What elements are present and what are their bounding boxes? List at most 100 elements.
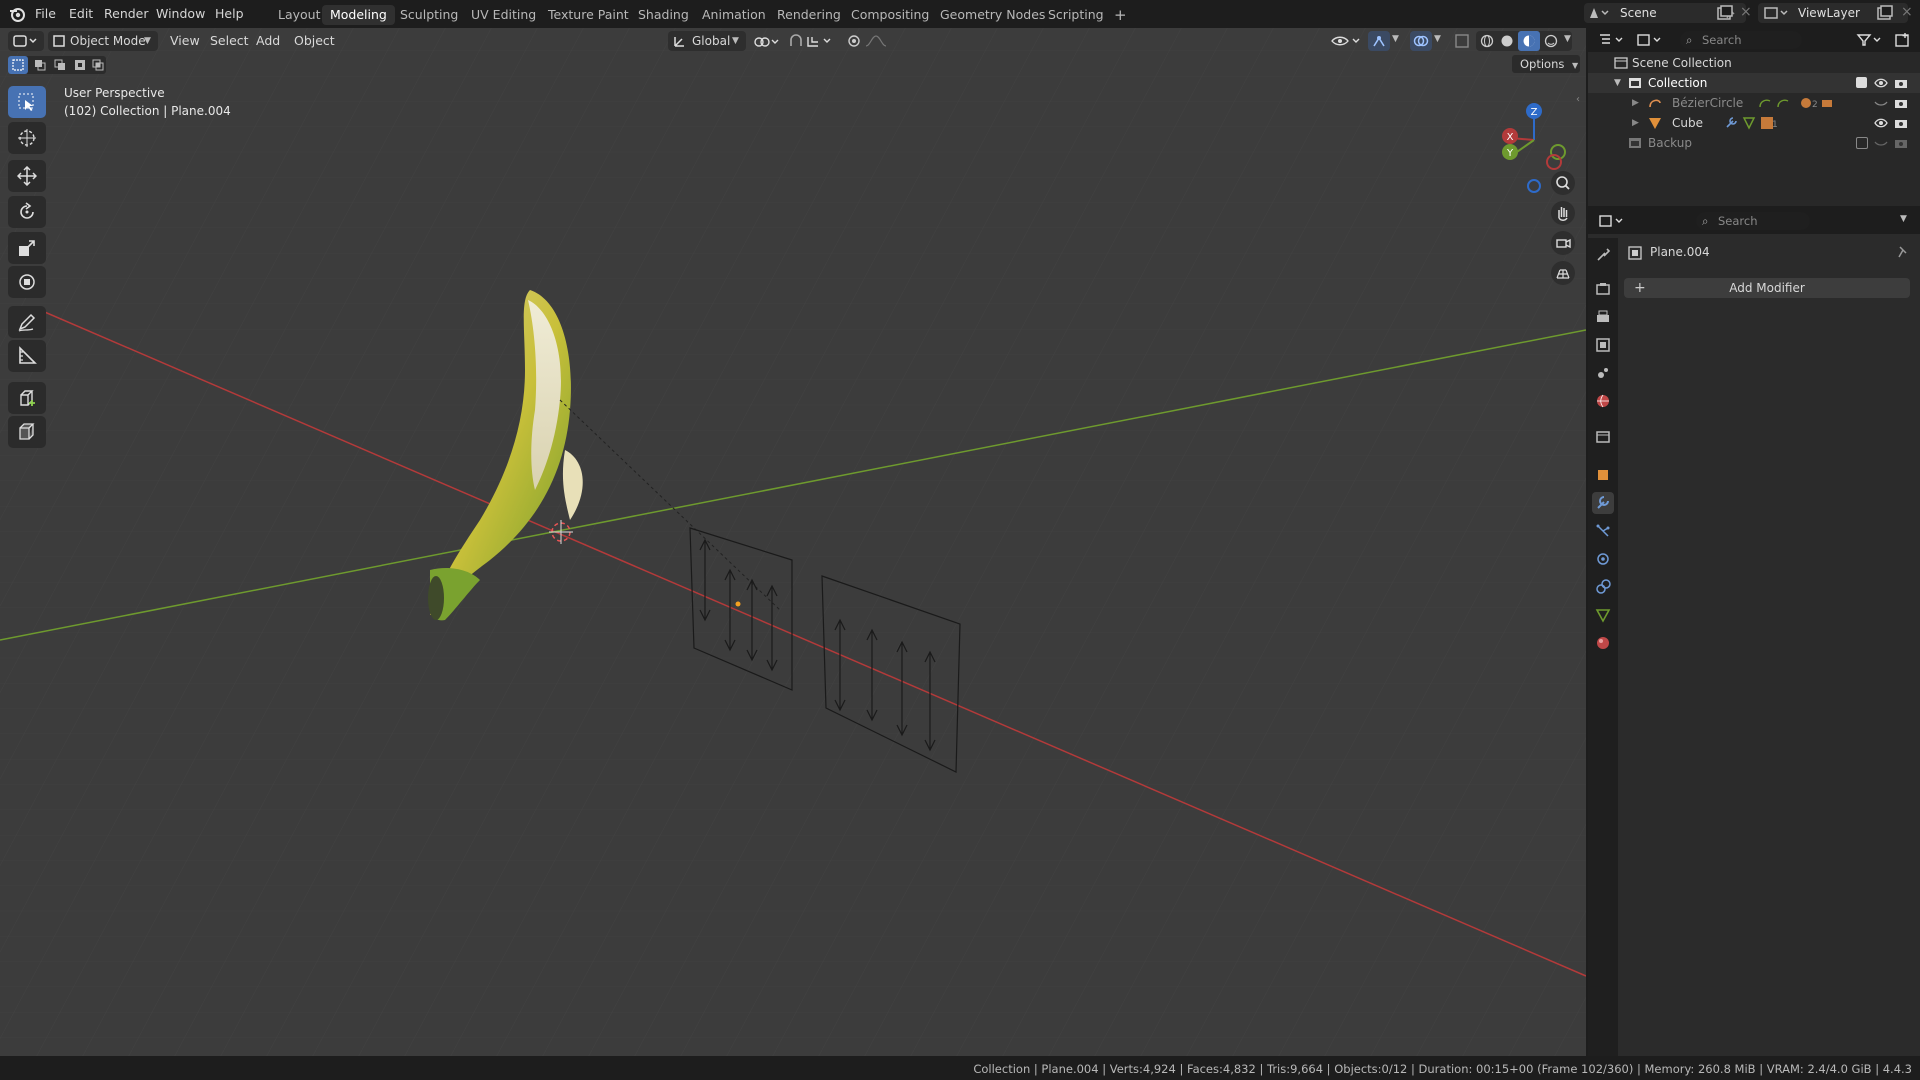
outliner-collection[interactable]: ▼ Collection	[1588, 73, 1920, 93]
sidebar-toggle-icon[interactable]: ‹	[1576, 94, 1580, 105]
add-workspace-button[interactable]: +	[1106, 5, 1135, 25]
new-scene-icon[interactable]	[1716, 5, 1734, 21]
tab-render[interactable]	[1592, 278, 1614, 300]
rotate-tool[interactable]	[8, 196, 46, 228]
perspective-toggle-icon[interactable]	[1550, 260, 1576, 286]
camera-render-icon[interactable]	[1894, 117, 1908, 129]
wireframe-shading-icon[interactable]	[1480, 34, 1494, 48]
xray-icon[interactable]	[1454, 33, 1472, 49]
tab-compositing[interactable]: Compositing	[843, 5, 937, 25]
tab-object[interactable]	[1592, 464, 1614, 486]
select-subtract-icon[interactable]	[54, 59, 66, 71]
gizmo-toggle-button[interactable]	[1368, 31, 1390, 51]
eye-icon[interactable]	[1874, 77, 1888, 89]
filter-icon[interactable]	[1856, 33, 1886, 47]
chevron-down-icon[interactable]: ▼	[1614, 73, 1621, 93]
visibility-selectability-icon[interactable]	[1330, 33, 1364, 49]
move-tool[interactable]	[8, 160, 46, 192]
measure-tool[interactable]	[8, 340, 46, 372]
tab-tool[interactable]	[1592, 244, 1614, 266]
tab-uv-editing[interactable]: UV Editing	[463, 5, 544, 25]
select-extend-icon[interactable]	[34, 59, 46, 71]
tab-scripting[interactable]: Scripting	[1040, 5, 1112, 25]
tab-data[interactable]	[1592, 604, 1614, 626]
snap-icon[interactable]	[788, 33, 838, 49]
menu-view[interactable]: View	[164, 31, 206, 51]
add-modifier-button[interactable]: + Add Modifier	[1624, 278, 1910, 298]
material-preview-shading-button[interactable]	[1518, 31, 1540, 51]
blender-logo-icon[interactable]	[8, 5, 26, 23]
properties-search-input[interactable]: ⌕ Search	[1696, 212, 1810, 230]
editor-type-button[interactable]	[8, 31, 44, 51]
properties-editor-icon[interactable]	[1598, 214, 1628, 228]
select-intersect-icon[interactable]	[92, 59, 104, 71]
tab-layout[interactable]: Layout	[270, 5, 329, 25]
tab-material[interactable]	[1592, 632, 1614, 654]
eye-closed-icon[interactable]	[1874, 97, 1888, 109]
proportional-editing-icon[interactable]	[846, 33, 896, 49]
tab-sculpting[interactable]: Sculpting	[392, 5, 466, 25]
chevron-down-icon[interactable]: ▼	[1434, 34, 1441, 44]
eye-icon[interactable]	[1874, 117, 1888, 129]
camera-render-icon[interactable]	[1894, 77, 1908, 89]
tab-world[interactable]	[1592, 390, 1614, 412]
camera-view-icon[interactable]	[1550, 230, 1576, 256]
add-cube-tool[interactable]	[8, 382, 46, 414]
tab-physics[interactable]	[1592, 548, 1614, 570]
eye-closed-icon[interactable]	[1874, 137, 1888, 149]
menu-add[interactable]: Add	[250, 31, 286, 51]
tab-rendering[interactable]: Rendering	[769, 5, 849, 25]
tab-collection[interactable]	[1592, 426, 1614, 448]
outliner-item-backup[interactable]: Backup	[1588, 133, 1920, 153]
collection-checkbox[interactable]	[1856, 77, 1867, 88]
scale-tool[interactable]	[8, 232, 46, 264]
select-invert-icon[interactable]	[74, 59, 86, 71]
menu-file[interactable]: File	[28, 5, 63, 23]
chevron-down-icon[interactable]: ▼	[1392, 34, 1399, 44]
select-box-tool[interactable]	[8, 86, 46, 118]
select-new-button[interactable]	[8, 56, 28, 74]
pan-hand-icon[interactable]	[1550, 200, 1576, 226]
transform-tool[interactable]	[8, 266, 46, 298]
delete-scene-icon[interactable]: ×	[1740, 4, 1752, 20]
tab-geometry-nodes[interactable]: Geometry Nodes	[932, 5, 1053, 25]
menu-select[interactable]: Select	[204, 31, 255, 51]
pin-icon[interactable]	[1896, 245, 1910, 259]
tab-shading[interactable]: Shading	[630, 5, 697, 25]
camera-render-icon[interactable]	[1894, 137, 1908, 149]
annotate-tool[interactable]	[8, 306, 46, 338]
chevron-right-icon[interactable]: ▶	[1632, 113, 1639, 133]
menu-edit[interactable]: Edit	[62, 5, 100, 23]
transform-orientation-selector[interactable]: Global ▼	[668, 31, 746, 51]
tab-particles[interactable]	[1592, 520, 1614, 542]
transform-cube-tool[interactable]	[8, 416, 46, 448]
menu-object[interactable]: Object	[288, 31, 341, 51]
tab-scene[interactable]	[1592, 362, 1614, 384]
outliner-search-input[interactable]: ⌕ Search	[1680, 31, 1802, 49]
outliner-item-beziercircle[interactable]: ▶ BézierCircle 2	[1588, 93, 1920, 113]
overlays-toggle-button[interactable]	[1410, 31, 1432, 51]
outliner-item-cube[interactable]: ▶ Cube 1	[1588, 113, 1920, 133]
chevron-down-icon[interactable]: ▼	[1900, 214, 1907, 224]
display-mode-icon[interactable]	[1636, 33, 1666, 47]
delete-view-layer-icon[interactable]: ×	[1901, 4, 1913, 20]
outliner-editor-icon[interactable]	[1598, 33, 1628, 47]
cursor-tool[interactable]	[8, 122, 46, 154]
chevron-down-icon[interactable]: ▼	[1564, 34, 1571, 44]
menu-window[interactable]: Window	[149, 5, 212, 23]
new-collection-icon[interactable]	[1894, 32, 1912, 48]
3d-viewport[interactable]: User Perspective (102) Collection | Plan…	[0, 28, 1588, 1056]
menu-render[interactable]: Render	[97, 5, 156, 23]
chevron-right-icon[interactable]: ▶	[1632, 93, 1639, 113]
tab-animation[interactable]: Animation	[694, 5, 774, 25]
solid-shading-icon[interactable]	[1500, 34, 1514, 48]
tab-modifiers[interactable]	[1592, 492, 1614, 514]
tab-output[interactable]	[1592, 306, 1614, 328]
camera-render-icon[interactable]	[1894, 97, 1908, 109]
options-dropdown[interactable]: Options ▼	[1512, 55, 1580, 73]
tab-modeling[interactable]: Modeling	[322, 5, 395, 25]
tab-constraints[interactable]	[1592, 576, 1614, 598]
backup-checkbox[interactable]	[1856, 137, 1868, 149]
zoom-icon[interactable]	[1550, 170, 1576, 196]
mode-selector[interactable]: Object Mode ▼	[48, 31, 158, 51]
